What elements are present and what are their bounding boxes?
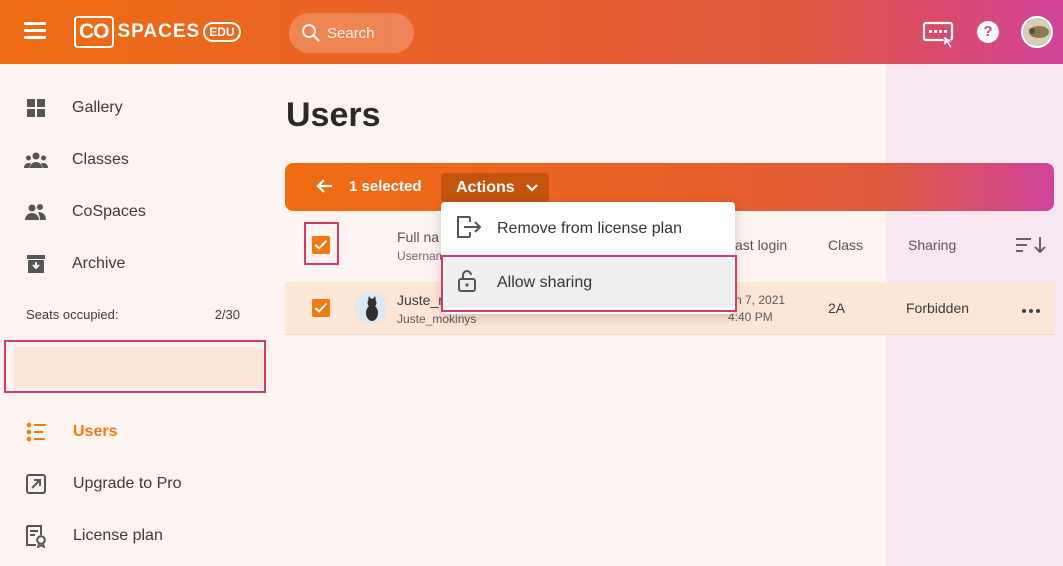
external-arrow-icon [24,472,48,496]
sidebar-item-label: Upgrade to Pro [73,475,182,492]
seats-value: 2/30 [214,307,240,322]
row-last-login-time: 4:40 PM [728,310,773,324]
sidebar-item-label: License plan [73,527,163,544]
header-username: Usernam [397,249,446,263]
user-avatar [355,292,387,324]
avatar[interactable] [1021,16,1053,48]
exit-icon [456,215,482,244]
sidebar-item-label: Classes [72,151,129,168]
select-all-checkbox[interactable] [312,236,330,254]
sidebar-item-label: Archive [72,255,126,272]
sidebar-item-label: CoSpaces [72,203,146,220]
logo-edu: EDU [203,22,241,42]
header-class[interactable]: Class [828,237,863,253]
row-username: Juste_mokinys [397,312,477,326]
header-last-login[interactable]: ast login [735,237,787,253]
row-sharing: Forbidden [906,300,970,316]
license-icon [24,524,48,548]
grid-icon [24,96,48,120]
actions-button[interactable]: Actions [441,173,549,202]
back-arrow-icon[interactable] [315,176,335,196]
row-last-login-date: n 7, 2021 [735,293,786,307]
sidebar-item-upgrade[interactable]: Upgrade to Pro [0,462,270,506]
sidebar-item-gallery[interactable]: Gallery [0,86,270,130]
chevron-down-icon [525,183,538,192]
check-icon [314,302,328,313]
sidebar-item-classes[interactable]: Classes [0,138,270,182]
seats-occupied: Seats occupied: 2/30 [26,307,240,322]
row-checkbox[interactable] [312,299,330,317]
logo-co: CO [74,16,114,48]
keyboard-icon[interactable] [922,20,958,50]
menu-item-remove-from-license[interactable]: Remove from license plan [441,204,735,254]
menu-item-label: Remove from license plan [497,220,682,237]
search-input[interactable]: Search [289,13,414,53]
sidebar-item-users-highlight [4,340,266,393]
search-icon [302,24,320,42]
help-icon[interactable]: ? [977,21,999,43]
page-title: Users [286,96,381,134]
selected-count: 1 selected [349,178,422,195]
header-sharing[interactable]: Sharing [908,237,956,253]
header-full-name[interactable]: Full na [397,229,439,245]
archive-icon [24,252,48,276]
unlock-icon [456,269,478,298]
sort-icon[interactable] [1015,236,1047,254]
people-icon [24,200,48,224]
users-list-icon [24,420,48,444]
row-class: 2A [828,300,846,316]
actions-label: Actions [456,178,515,196]
cospaces-logo[interactable]: CO SPACES EDU [74,16,241,48]
sidebar-item-archive[interactable]: Archive [0,242,270,286]
more-options-icon[interactable] [1021,304,1041,314]
group-icon [24,148,48,172]
sidebar-item-users[interactable]: Users [0,410,270,454]
menu-item-allow-sharing[interactable]: Allow sharing [441,258,735,308]
sidebar-item-label: Users [73,423,118,440]
sidebar-item-label: Gallery [72,99,123,116]
hamburger-menu-icon[interactable] [24,22,46,42]
logo-spaces: SPACES [117,21,201,42]
menu-item-label: Allow sharing [497,274,593,291]
search-placeholder: Search [327,24,375,42]
seats-label: Seats occupied: [26,307,119,322]
sidebar-item-license-plan[interactable]: License plan [0,514,270,558]
check-icon [314,239,328,250]
sidebar-item-cospaces[interactable]: CoSpaces [0,190,270,234]
